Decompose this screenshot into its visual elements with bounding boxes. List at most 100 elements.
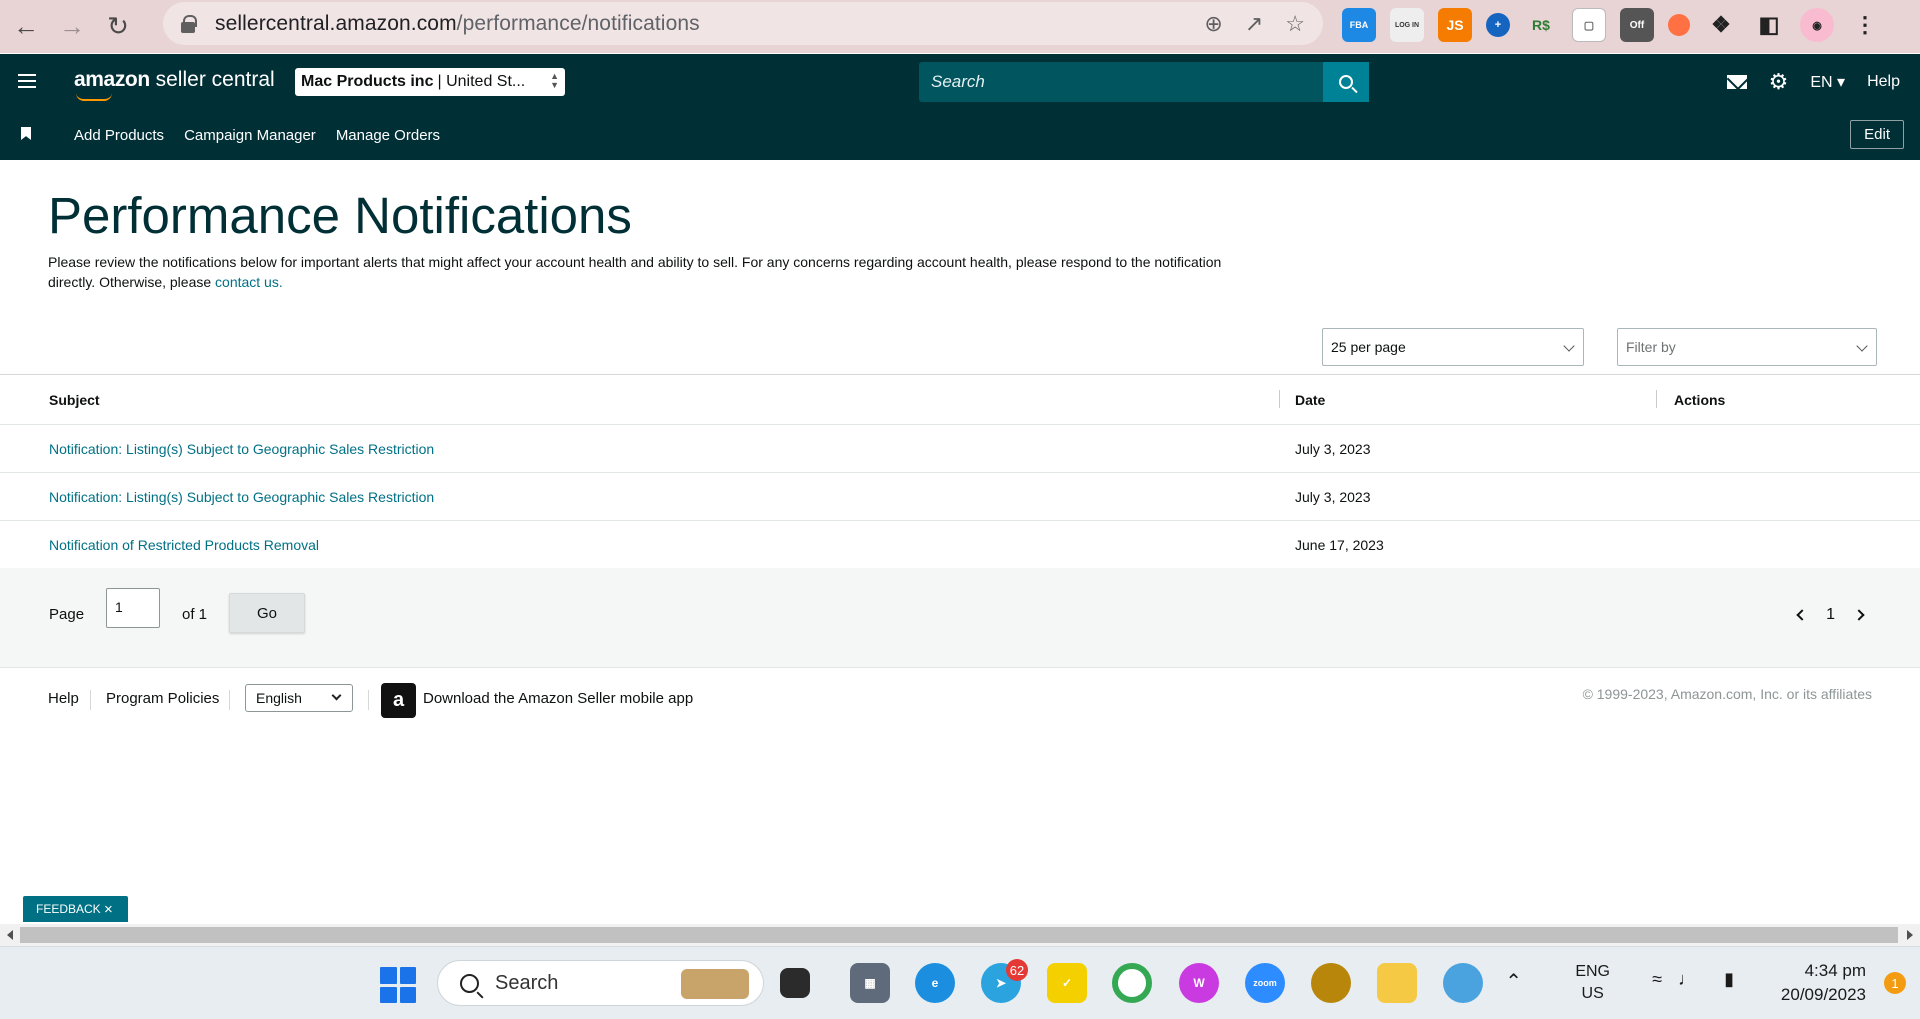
column-header-actions: Actions (1674, 391, 1726, 408)
plus-extension-icon[interactable]: + (1486, 13, 1510, 37)
address-bar[interactable]: sellercentral.amazon.com/performance/not… (163, 2, 1323, 45)
cube-extension-icon[interactable]: ▢ (1572, 8, 1606, 42)
paint-icon[interactable] (1443, 963, 1483, 1003)
chrome-icon[interactable] (1112, 963, 1152, 1003)
close-icon[interactable]: × (104, 901, 113, 918)
notification-date: July 3, 2023 (1295, 440, 1371, 457)
search-highlight-icon (681, 969, 749, 999)
nav-manage-orders[interactable]: Manage Orders (336, 127, 440, 144)
search-button[interactable] (1323, 62, 1369, 102)
notification-link[interactable]: Notification: Listing(s) Subject to Geog… (49, 473, 434, 520)
current-page[interactable]: 1 (1826, 606, 1835, 624)
notification-date: June 17, 2023 (1295, 537, 1384, 553)
column-header-date[interactable]: Date (1295, 375, 1325, 424)
footer-help-link[interactable]: Help (48, 690, 79, 707)
edge-icon[interactable]: e (915, 963, 955, 1003)
column-divider (1279, 390, 1280, 408)
clock[interactable]: 4:34 pm 20/09/2023 (1781, 959, 1866, 1007)
bookmark-star-icon[interactable]: ☆ (1285, 11, 1305, 37)
beaver-app-icon[interactable] (1311, 963, 1351, 1003)
file-explorer-icon[interactable] (1377, 963, 1417, 1003)
program-policies-link[interactable]: Program Policies (106, 690, 219, 707)
amazon-smile-icon (76, 93, 112, 101)
share-icon[interactable]: ↗ (1245, 11, 1263, 37)
chevron-down-icon (331, 690, 342, 701)
go-button[interactable]: Go (229, 593, 305, 633)
next-page-icon[interactable] (1853, 609, 1865, 621)
js-extension-icon[interactable]: JS (1438, 8, 1472, 42)
input-language[interactable]: ENG US (1575, 961, 1610, 1005)
chevron-up-icon[interactable]: ⌃ (1505, 969, 1522, 994)
chevron-down-icon (1856, 340, 1868, 352)
scroll-right-icon[interactable] (1907, 930, 1913, 940)
battery-icon[interactable]: ▮ (1724, 969, 1734, 990)
telegram-badge: 62 (1006, 959, 1028, 981)
horizontal-scrollbar[interactable] (0, 924, 1920, 946)
table-header: Subject Date Actions (0, 375, 1920, 425)
extensions-puzzle-icon[interactable]: ❖ (1704, 8, 1738, 42)
zoom-icon[interactable]: ⊕ (1204, 11, 1222, 37)
back-icon[interactable]: ← (6, 7, 46, 47)
wifi-icon[interactable]: ≈ (1652, 969, 1662, 990)
amazon-logo[interactable]: amazon seller central (74, 68, 275, 92)
bookmark-icon[interactable] (21, 127, 31, 140)
gear-icon[interactable]: ⚙ (1769, 69, 1789, 95)
zoom-icon[interactable]: zoom (1245, 963, 1285, 1003)
search-input[interactable]: Search (919, 62, 1325, 102)
amazon-app-icon[interactable]: a (381, 683, 416, 718)
download-app-link[interactable]: Download the Amazon Seller mobile app (423, 690, 693, 707)
bookmark-bar: Add Products Campaign Manager Manage Ord… (0, 110, 1920, 160)
taskbar-search[interactable]: Search (437, 960, 764, 1006)
page-number-input[interactable]: 1 (106, 588, 160, 628)
notifications-table: Subject Date Actions Notification: Listi… (0, 374, 1920, 570)
menu-icon[interactable] (18, 74, 36, 92)
column-header-subject[interactable]: Subject (49, 375, 100, 424)
lock-icon[interactable] (181, 14, 197, 33)
updown-arrows-icon: ▲ ▼ (550, 71, 559, 90)
scroll-left-icon[interactable] (7, 930, 13, 940)
language-selector[interactable]: EN ▾ (1810, 72, 1845, 92)
previous-page-icon[interactable] (1796, 609, 1808, 621)
footer-divider (229, 690, 230, 710)
url-text[interactable]: sellercentral.amazon.com/performance/not… (215, 12, 700, 36)
forward-icon[interactable]: → (52, 7, 92, 47)
more-menu-icon[interactable]: ⋮ (1848, 8, 1882, 42)
windows-taskbar: Search ▦ e ➤ 62 ✓ W zoom ⌃ ENG US ≈ ♩ ▮ 4… (0, 946, 1920, 1019)
fba-extension-icon[interactable]: FBA (1342, 8, 1376, 42)
footer-divider (90, 690, 91, 710)
feedback-button[interactable]: FEEDBACK × (23, 896, 128, 922)
nav-campaign-manager[interactable]: Campaign Manager (184, 127, 316, 144)
login-extension-icon[interactable]: LOG IN (1390, 8, 1424, 42)
mail-icon[interactable] (1726, 75, 1747, 89)
toggle-extension-icon[interactable]: Off (1620, 8, 1654, 42)
footer-language-select[interactable]: English (245, 684, 353, 712)
reload-icon[interactable]: ↻ (98, 7, 138, 47)
table-row: Notification: Listing(s) Subject to Geog… (0, 425, 1920, 473)
footer-divider (368, 690, 369, 710)
nav-add-products[interactable]: Add Products (74, 127, 164, 144)
edit-button[interactable]: Edit (1850, 120, 1904, 149)
table-row: Notification of Restricted Products Remo… (0, 521, 1920, 569)
notification-link[interactable]: Notification of Restricted Products Remo… (49, 521, 319, 569)
contact-us-link[interactable]: contact us. (215, 274, 283, 290)
wps-icon[interactable]: W (1179, 963, 1219, 1003)
rs-extension-icon[interactable]: R$ (1524, 8, 1558, 42)
search-icon (460, 973, 479, 993)
notification-badge[interactable]: 1 (1884, 972, 1906, 994)
sticky-notes-icon[interactable]: ✓ (1047, 963, 1087, 1003)
per-page-select[interactable]: 25 per page (1322, 328, 1584, 366)
profile-avatar[interactable]: ◉ (1800, 8, 1834, 42)
volume-icon[interactable]: ♩ (1678, 969, 1696, 990)
windows-start-icon[interactable] (380, 967, 416, 1003)
filter-select[interactable]: Filter by (1617, 328, 1877, 366)
side-panel-icon[interactable]: ◧ (1752, 8, 1786, 42)
scroll-thumb[interactable] (20, 927, 1898, 943)
calculator-icon[interactable]: ▦ (850, 963, 890, 1003)
page-label: Page (49, 606, 85, 623)
help-link[interactable]: Help (1867, 73, 1900, 91)
copyright: © 1999-2023, Amazon.com, Inc. or its aff… (1582, 686, 1872, 702)
task-view-icon[interactable] (780, 968, 810, 998)
notification-link[interactable]: Notification: Listing(s) Subject to Geog… (49, 425, 434, 472)
store-selector[interactable]: Mac Products inc | United St... ▲ ▼ (295, 68, 565, 96)
firefox-extension-icon[interactable] (1668, 14, 1690, 36)
